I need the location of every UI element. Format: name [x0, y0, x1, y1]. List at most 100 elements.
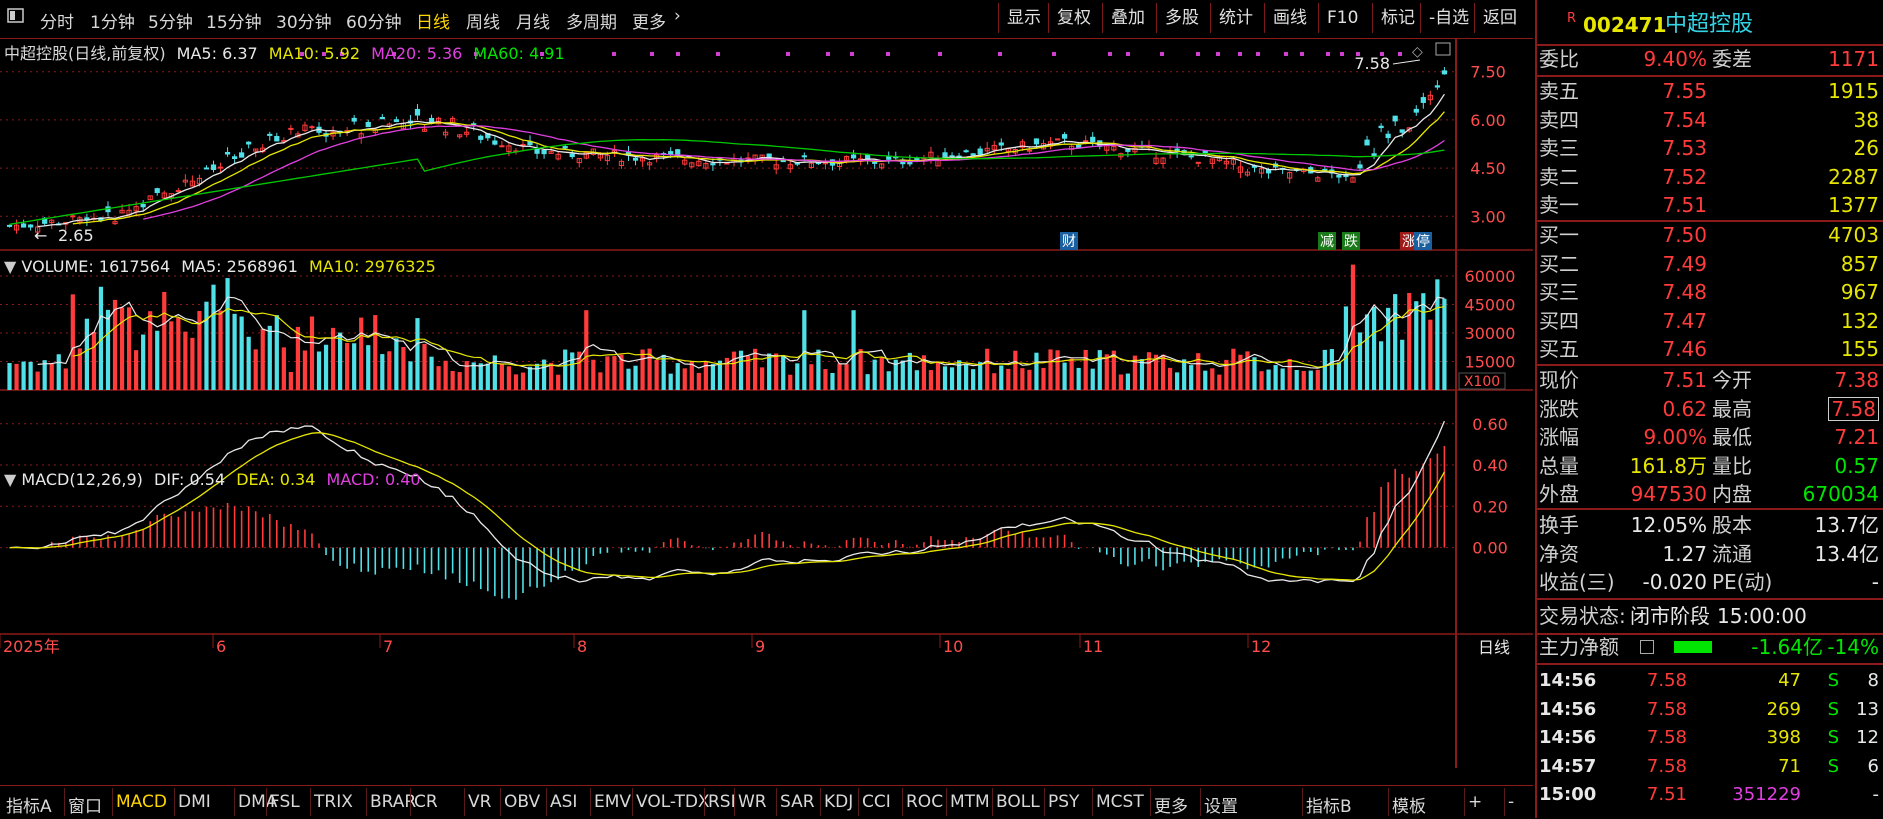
- indicator-tab-5[interactable]: FSL: [270, 792, 300, 812]
- stat-label: 最高: [1712, 396, 1752, 421]
- event-marker: [716, 52, 720, 56]
- ask-row[interactable]: 卖一 7.51 1377: [1537, 191, 1883, 219]
- tool-button-3[interactable]: 多股: [1156, 3, 1207, 33]
- dif-legend: DIF: 0.54: [154, 470, 226, 489]
- window-toggle-icon[interactable]: [1435, 42, 1451, 56]
- bid-row[interactable]: 买五 7.46 155: [1537, 335, 1883, 363]
- indicator-tab-1[interactable]: 窗口: [68, 792, 102, 817]
- tool-button-0[interactable]: 显示: [998, 3, 1049, 33]
- candle-body: [246, 141, 252, 145]
- tick-time: 15:00: [1539, 784, 1597, 805]
- kline-chart-svg[interactable]: 7.50 6.00 4.50 3.00 60000 45000 30000 15000 X100…: [0, 38, 1533, 768]
- period-tab-7[interactable]: 周线: [466, 8, 500, 33]
- indicator-tab-22[interactable]: PSY: [1048, 792, 1079, 812]
- period-tab-3[interactable]: 15分钟: [206, 8, 262, 33]
- volume-bar: [914, 370, 919, 390]
- indicator-tab-27[interactable]: 模板: [1392, 792, 1426, 817]
- candle-body: [562, 146, 568, 149]
- indicator-tab-29[interactable]: -: [1508, 792, 1514, 812]
- indicator-tab-9[interactable]: VR: [468, 792, 491, 812]
- panel-toggle-icon[interactable]: [6, 6, 26, 31]
- mainflow-menu-icon[interactable]: [1640, 640, 1654, 654]
- indicator-tab-25[interactable]: 设置: [1204, 792, 1238, 817]
- indicator-tab-13[interactable]: VOL-TDX: [636, 792, 710, 812]
- period-tab-4[interactable]: 30分钟: [276, 8, 332, 33]
- indicator-tab-19[interactable]: ROC: [906, 792, 943, 812]
- stat-row: 总量 161.8万 量比 0.57: [1537, 452, 1883, 480]
- indicator-tab-2[interactable]: MACD: [116, 792, 167, 812]
- volume-collapse-icon[interactable]: ▼: [4, 257, 16, 276]
- tick-time: 14:57: [1539, 755, 1597, 777]
- period-tab-9[interactable]: 多周期: [566, 8, 617, 33]
- indicator-tab-6[interactable]: TRIX: [314, 792, 353, 812]
- indicator-tab-17[interactable]: KDJ: [824, 792, 853, 812]
- kline-chart-area[interactable]: 7.50 6.00 4.50 3.00 60000 45000 30000 15000 X100…: [0, 38, 1533, 768]
- indicator-tab-8[interactable]: CR: [414, 792, 438, 812]
- tab-separator: [776, 788, 777, 816]
- candle-body: [1061, 134, 1068, 139]
- weibi-row: 委比 9.40% 委差 1171: [1537, 45, 1883, 73]
- candle-body: [977, 148, 983, 155]
- volume-bar: [373, 315, 378, 390]
- macd-panel-legend: ▼ MACD(12,26,9) DIF: 0.54 DEA: 0.34 MACD…: [4, 470, 421, 489]
- indicator-tab-16[interactable]: SAR: [780, 792, 815, 812]
- bid-price: 7.46: [1662, 337, 1707, 361]
- indicator-tab-3[interactable]: DMI: [178, 792, 211, 812]
- period-tab-8[interactable]: 月线: [516, 8, 550, 33]
- volume-bar: [640, 349, 645, 390]
- ask-row[interactable]: 卖五 7.55 1915: [1537, 77, 1883, 105]
- indicator-tab-28[interactable]: +: [1468, 792, 1482, 812]
- tool-button-8[interactable]: -自选: [1420, 3, 1477, 33]
- tick-count: -: [1872, 784, 1880, 805]
- indicator-tab-20[interactable]: MTM: [950, 792, 990, 812]
- tick-row: 14:56 7.58 269 S 13: [1537, 696, 1883, 724]
- period-tab-10[interactable]: 更多: [632, 8, 666, 33]
- macd-collapse-icon[interactable]: ▼: [4, 470, 16, 489]
- bid-row[interactable]: 买四 7.47 132: [1537, 307, 1883, 335]
- ask-row[interactable]: 卖二 7.52 2287: [1537, 163, 1883, 191]
- indicator-tab-0[interactable]: 指标A: [6, 792, 52, 817]
- indicator-tab-21[interactable]: BOLL: [996, 792, 1040, 812]
- indicator-tab-14[interactable]: RSI: [708, 792, 736, 812]
- indicator-tab-12[interactable]: EMV: [594, 792, 631, 812]
- bid-row[interactable]: 买二 7.49 857: [1537, 250, 1883, 278]
- bid-row[interactable]: 买三 7.48 967: [1537, 278, 1883, 306]
- volume-bar: [781, 355, 786, 390]
- indicator-tab-10[interactable]: OBV: [504, 792, 540, 812]
- indicator-tab-24[interactable]: 更多: [1154, 792, 1188, 817]
- price-panel-legend: 中超控股(日线,前复权) MA5: 6.37 MA10: 5.92 MA20: …: [4, 40, 565, 64]
- period-tab-6[interactable]: 日线: [416, 8, 450, 33]
- tool-button-1[interactable]: 复权: [1048, 3, 1099, 33]
- dea-legend: DEA: 0.34: [236, 470, 316, 489]
- bid-volume: 967: [1840, 280, 1879, 304]
- volume-bar: [204, 301, 209, 390]
- period-tab-0[interactable]: 分时: [40, 8, 74, 33]
- bid-row[interactable]: 买一 7.50 4703: [1537, 221, 1883, 249]
- tool-button-2[interactable]: 叠加: [1102, 3, 1153, 33]
- tool-button-5[interactable]: 画线: [1264, 3, 1315, 33]
- tool-button-6[interactable]: F10: [1318, 3, 1366, 33]
- more-chevron-icon[interactable]: ›: [674, 6, 681, 26]
- volume-bar: [134, 350, 139, 390]
- indicator-tab-18[interactable]: CCI: [862, 792, 891, 812]
- period-tab-5[interactable]: 60分钟: [346, 8, 402, 33]
- candle-body: [1033, 138, 1040, 145]
- ask-row[interactable]: 卖三 7.53 26: [1537, 134, 1883, 162]
- volume-bar: [126, 307, 132, 390]
- candle-body: [569, 153, 575, 158]
- tool-button-4[interactable]: 统计: [1210, 3, 1261, 33]
- period-tab-2[interactable]: 5分钟: [148, 8, 193, 33]
- ask-row[interactable]: 卖四 7.54 38: [1537, 106, 1883, 134]
- indicator-tab-26[interactable]: 指标B: [1306, 792, 1352, 817]
- candle-body: [6, 224, 13, 227]
- tab-separator: [1200, 788, 1201, 816]
- indicator-tab-11[interactable]: ASI: [550, 792, 577, 812]
- tool-button-9[interactable]: 返回: [1474, 3, 1525, 33]
- indicator-tab-23[interactable]: MCST: [1096, 792, 1144, 812]
- period-tab-1[interactable]: 1分钟: [90, 8, 135, 33]
- indicator-tab-15[interactable]: WR: [738, 792, 767, 812]
- volume-bar: [1013, 350, 1018, 390]
- diamond-icon[interactable]: ◇: [1412, 44, 1423, 60]
- volume-bar: [84, 318, 89, 390]
- tool-button-7[interactable]: 标记: [1372, 3, 1423, 33]
